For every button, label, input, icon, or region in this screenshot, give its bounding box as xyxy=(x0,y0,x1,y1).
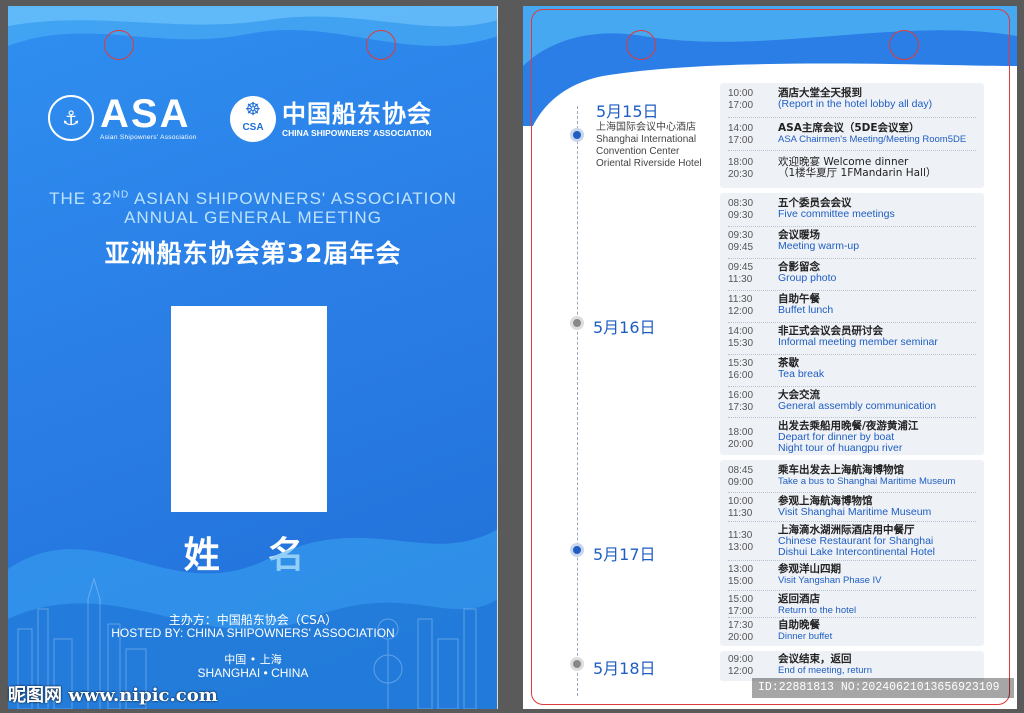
csa-logo-cn: 中国船东协会 xyxy=(282,100,432,128)
csa-seal-text: CSA xyxy=(242,122,264,133)
punch-hole-left xyxy=(104,30,134,60)
city-cn: 中国 • 上海 xyxy=(224,653,282,666)
watermark-right: ID:22881813 NO:20240621013656923109 xyxy=(752,678,1014,698)
schedule-block-day2: 08:30 09:30 五个委员会会议 Five committee meetings… xyxy=(720,193,984,455)
day-label-1: 5月15日 xyxy=(596,102,659,121)
timeline-line xyxy=(577,106,578,696)
top-wave-decoration xyxy=(8,6,497,46)
meeting-title-en-line1: THE 32ND ASIAN SHIPOWNERS' ASSOCIATION xyxy=(49,189,457,208)
meeting-title-cn: 亚洲船东协会第32届年会 xyxy=(104,239,402,268)
anchor-seal-icon: ⚓ xyxy=(48,94,94,141)
csa-logo-en: CHINA SHIPOWNERS' ASSOCIATION xyxy=(282,128,432,138)
venue-info: 上海国际会议中心酒店 Shanghai International Conventi… xyxy=(596,122,702,169)
asa-logo-subtitle: Asian Shipowners' Association xyxy=(100,134,197,141)
host-en: HOSTED BY: CHINA SHIPOWNERS' ASSOCIATION xyxy=(111,626,395,640)
ship-wheel-icon: ☸ CSA xyxy=(230,96,276,142)
schedule-block-day3: 08:45 09:00 乘车出发去上海航海博物馆 Take a bus to Shan… xyxy=(720,460,984,646)
day-label-2: 5月16日 xyxy=(593,318,656,337)
csa-logo: ☸ CSA 中国船东协会 CHINA SHIPOWNERS' ASSOCIATIO… xyxy=(230,96,432,142)
punch-hole-right xyxy=(366,30,396,60)
timeline-dot-day1 xyxy=(570,128,584,142)
asa-logo: ⚓ ASA Asian Shipowners' Association xyxy=(48,94,197,141)
timeline-dot-day2 xyxy=(570,316,584,330)
timeline-dot-day4 xyxy=(570,657,584,671)
watermark-left: 昵图网 www.nipic.com xyxy=(8,684,218,706)
badge-front: ⚓ ASA Asian Shipowners' Association ☸ CSA… xyxy=(8,6,498,709)
timeline-dot-day3 xyxy=(570,543,584,557)
schedule-block-day4: 09:00 12:00 会议结束，返回 End of meeting, return xyxy=(720,651,984,681)
schedule-block-day1: 10:00 17:00 酒店大堂全天报到 (Report in the hotel … xyxy=(720,83,984,188)
punch-hole-right xyxy=(889,30,919,60)
badge-back-schedule: 5月15日 5月16日 5月17日 5月18日 上海国际会议中心酒店 Shangh… xyxy=(523,6,1017,709)
day-label-4: 5月18日 xyxy=(593,659,656,678)
meeting-title-en-line2: ANNUAL GENERAL MEETING xyxy=(124,208,382,227)
punch-hole-left xyxy=(626,30,656,60)
asa-logo-text: ASA xyxy=(100,92,191,136)
day-label-3: 5月17日 xyxy=(593,545,656,564)
